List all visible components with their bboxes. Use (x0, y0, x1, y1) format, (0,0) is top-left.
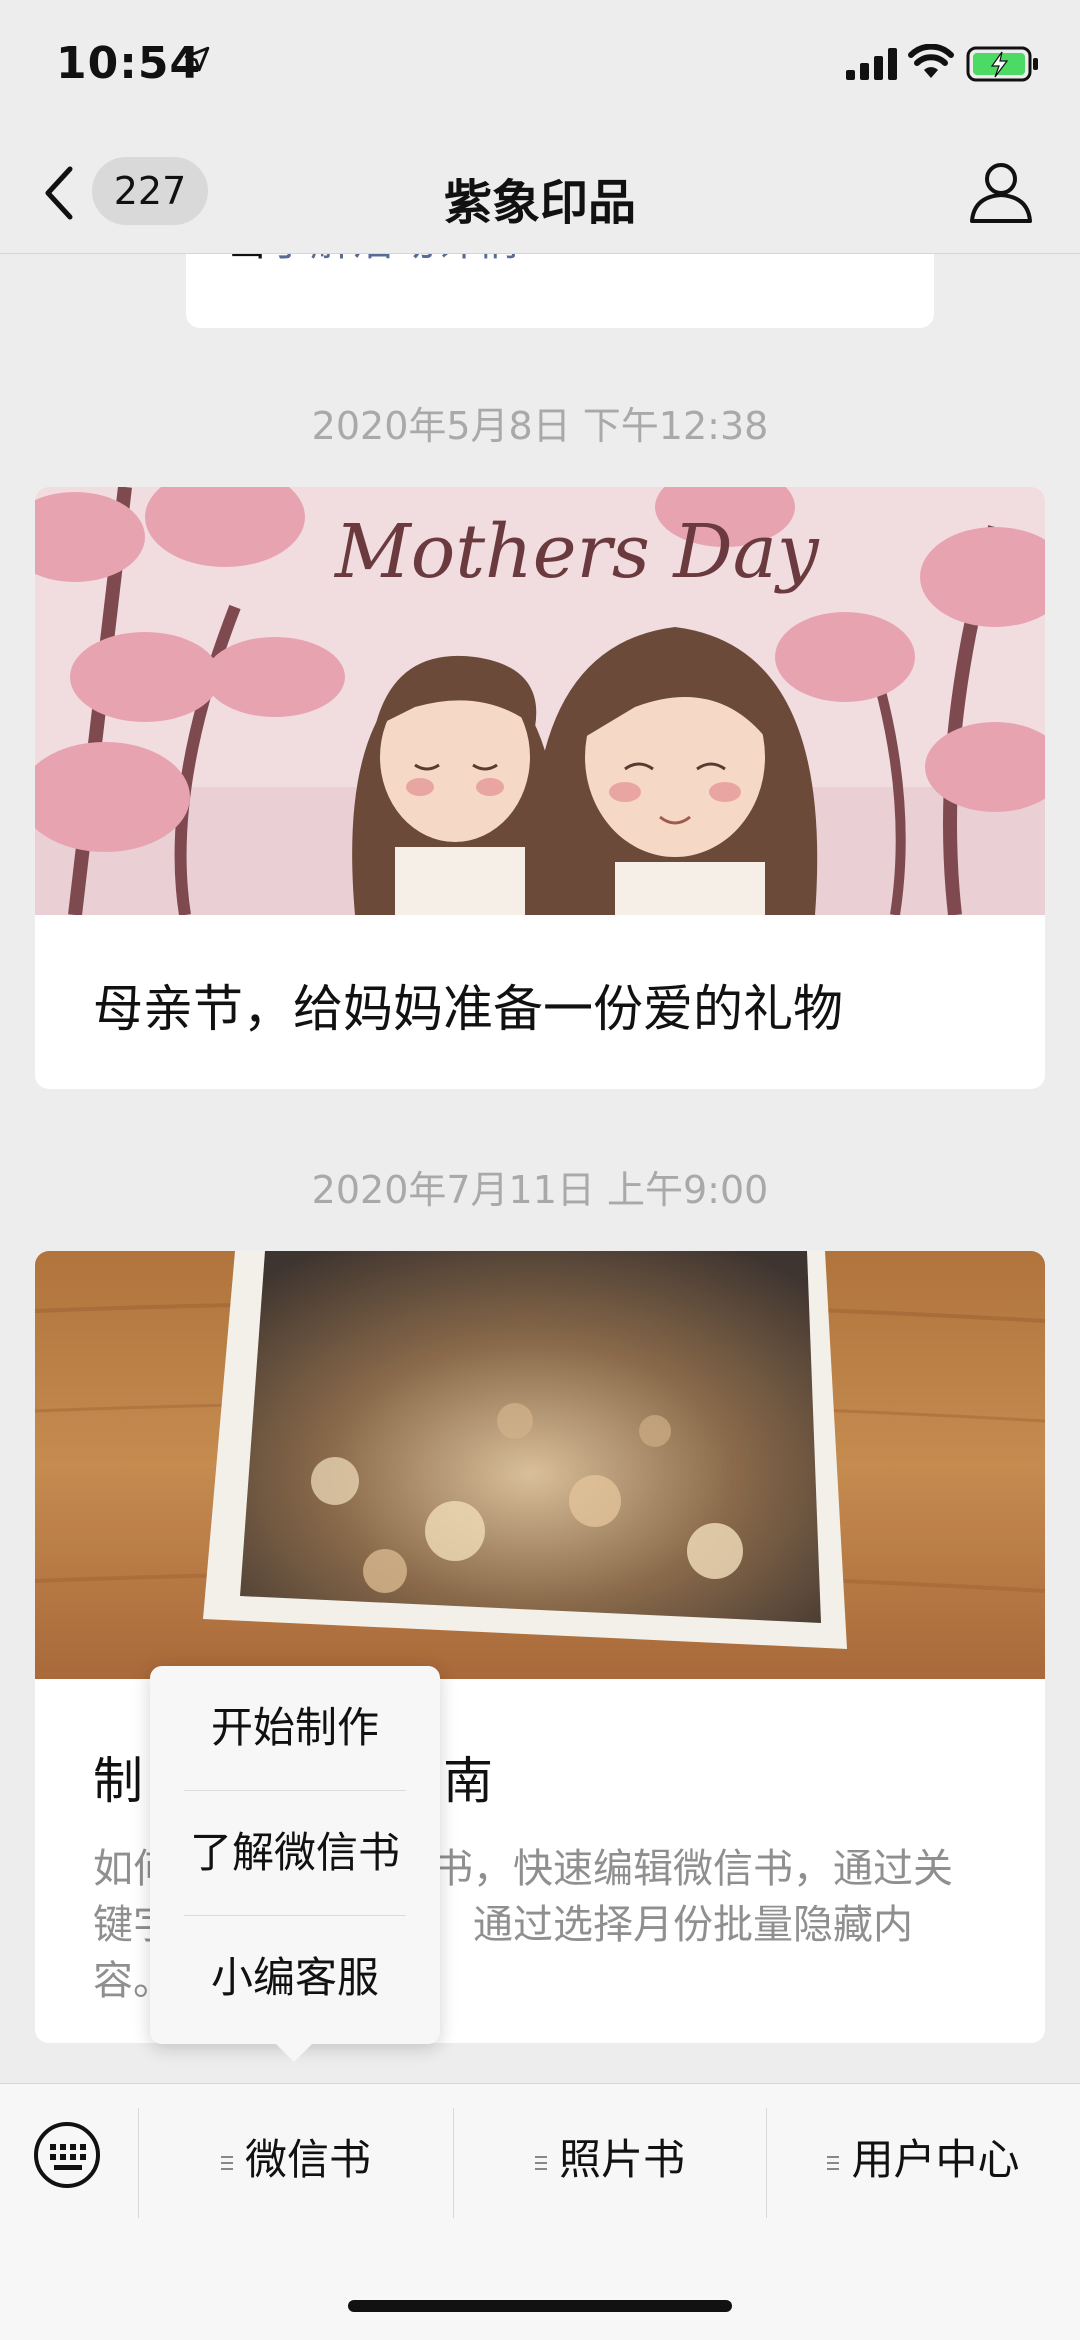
message-timestamp: 2020年5月8日 下午12:38 (311, 404, 769, 448)
previous-article-card[interactable]: 击了解活动详情 (186, 253, 934, 328)
desc-line1-end: 书，快速编辑微信书，通过关 (433, 1846, 953, 1892)
desc-line2-end: 通过选择月份批量隐藏内 (473, 1902, 913, 1948)
mothers-day-cover-image: Mothers Day (35, 487, 1045, 915)
menu-tab-label: 照片书 (558, 2135, 685, 2184)
battery-charging-icon (966, 46, 1038, 82)
article-card-mothers-day[interactable]: Mothers Day 母亲节，给妈妈准备一份爱的礼物 (35, 487, 1045, 1089)
menu-lines-icon (827, 2155, 840, 2170)
location-arrow-icon (184, 46, 210, 72)
status-time: 10:54 (56, 38, 202, 89)
menu-tab-photo-book[interactable]: 照片书 (454, 2104, 766, 2216)
menu-tab-wechat-book[interactable]: 微信书 (139, 2104, 453, 2216)
article-title-start[interactable]: 制 (93, 1752, 143, 1810)
wifi-icon (908, 44, 954, 78)
signal-icon (846, 48, 897, 80)
page-title: 紫象印品 (443, 175, 636, 231)
user-profile-icon[interactable] (966, 157, 1036, 227)
nav-bar: 227 紫象印品 (0, 135, 1080, 254)
menu-tab-label: 微信书 (244, 2135, 371, 2184)
menu-item-learn-wechat-book[interactable]: 了解微信书 (150, 1791, 440, 1915)
menu-tab-user-center[interactable]: 用户中心 (767, 2104, 1080, 2216)
mothers-day-image-text: Mothers Day (333, 509, 820, 595)
popup-arrow (274, 2042, 314, 2062)
menu-item-start-making[interactable]: 开始制作 (150, 1666, 440, 1790)
menu-lines-icon (534, 2155, 547, 2170)
activity-details-link[interactable]: 了解活动详情 (268, 253, 520, 265)
submenu-popup: 开始制作 了解微信书 小编客服 (150, 1666, 440, 2062)
keyboard-icon[interactable] (32, 2120, 102, 2190)
menu-item-customer-service[interactable]: 小编客服 (150, 1916, 440, 2040)
photo-on-table-cover-image (35, 1251, 1045, 1679)
article-title[interactable]: 母亲节，给妈妈准备一份爱的礼物 (93, 969, 843, 1041)
prev-card-text: 击 (226, 253, 268, 265)
status-bar: 10:54 (0, 0, 1080, 135)
message-timestamp: 2020年7月11日 上午9:00 (311, 1168, 769, 1212)
article-title-end[interactable]: 南 (443, 1752, 493, 1810)
menu-tab-label: 用户中心 (851, 2135, 1020, 2184)
home-indicator[interactable] (348, 2300, 732, 2312)
menu-lines-icon (220, 2155, 233, 2170)
